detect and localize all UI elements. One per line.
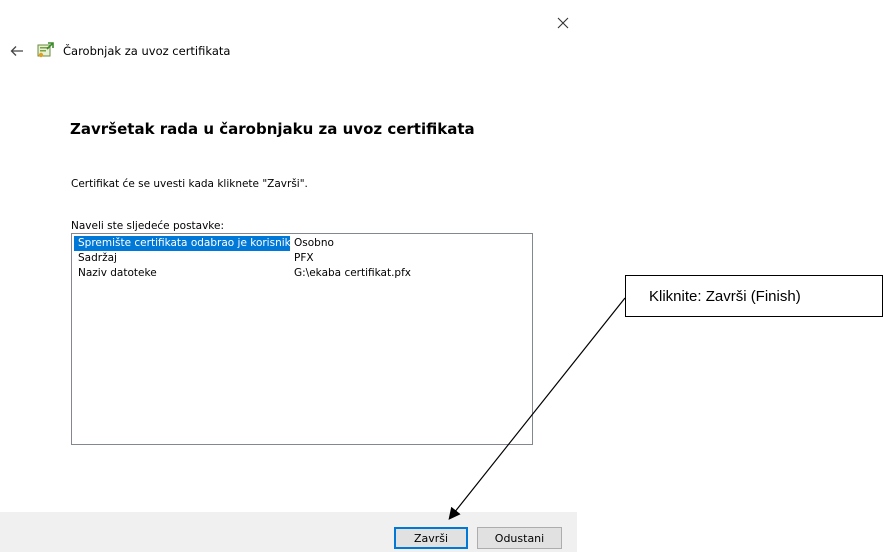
settings-list[interactable]: Spremište certifikata odabrao je korisni… (71, 233, 533, 445)
setting-name: Naziv datoteke (78, 267, 157, 279)
settings-row[interactable]: Naziv datoteke G:\ekaba certifikat.pfx (74, 266, 530, 281)
info-text: Certifikat će se uvesti kada kliknete "Z… (71, 178, 308, 190)
cancel-button[interactable]: Odustani (477, 527, 562, 549)
settings-label: Naveli ste sljedeće postavke: (71, 220, 225, 232)
setting-value: PFX (294, 252, 314, 264)
close-icon (557, 17, 569, 29)
page-heading: Završetak rada u čarobnjaku za uvoz cert… (70, 120, 475, 138)
settings-row[interactable]: Sadržaj PFX (74, 251, 530, 266)
setting-name: Spremište certifikata odabrao je korisni… (74, 236, 290, 251)
wizard-title: Čarobnjak za uvoz certifikata (63, 44, 231, 58)
back-arrow-icon (10, 46, 23, 56)
settings-row[interactable]: Spremište certifikata odabrao je korisni… (74, 236, 530, 251)
callout-text: Kliknite: Završi (Finish) (649, 287, 801, 305)
certificate-wizard-icon (35, 41, 55, 59)
certificate-import-wizard: Čarobnjak za uvoz certifikata Završetak … (0, 0, 577, 552)
close-button[interactable] (548, 8, 578, 38)
finish-button[interactable]: Završi (394, 527, 468, 549)
setting-name: Sadržaj (78, 252, 117, 264)
setting-value: G:\ekaba certifikat.pfx (294, 267, 411, 279)
setting-value: Osobno (294, 237, 334, 249)
callout-box: Kliknite: Završi (Finish) (625, 275, 883, 317)
back-button[interactable] (6, 42, 28, 60)
